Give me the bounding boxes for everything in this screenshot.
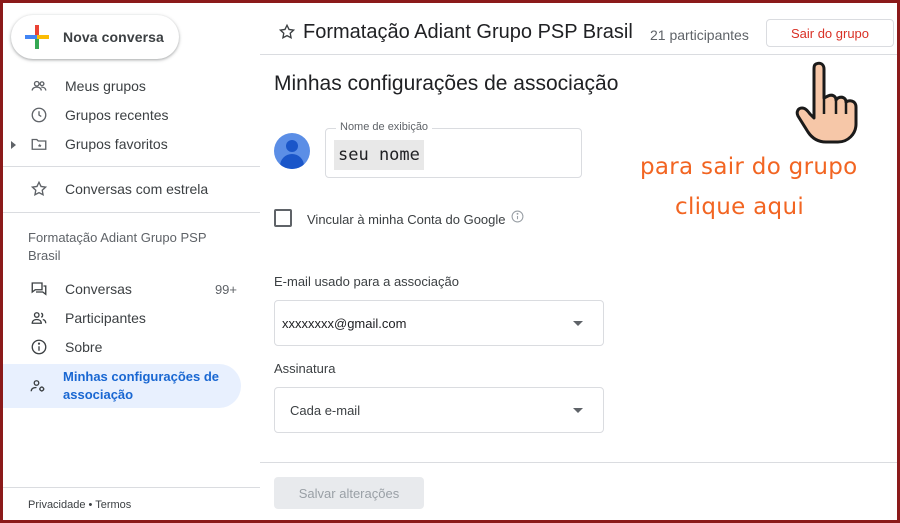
subscription-label: Assinatura: [274, 361, 336, 376]
new-conversation-label: Nova conversa: [63, 29, 164, 45]
star-icon: [29, 179, 49, 199]
save-changes-button[interactable]: Salvar alterações: [274, 477, 424, 509]
email-select[interactable]: xxxxxxxx@gmail.com: [274, 300, 604, 346]
group-header: Formatação Adiant Grupo PSP Brasil 21 pa…: [260, 3, 897, 55]
avatar: [274, 133, 310, 169]
dropdown-arrow-icon: [573, 321, 583, 326]
sidebar: Nova conversa Meus grupos Grupos recente…: [3, 3, 260, 520]
leave-group-button[interactable]: Sair do grupo: [766, 19, 894, 47]
plus-icon: [25, 25, 49, 49]
sidebar-item-favorite-groups[interactable]: Grupos favoritos: [3, 129, 243, 159]
sidebar-item-label: Conversas com estrela: [65, 181, 209, 197]
participants-count[interactable]: 21 participantes: [650, 27, 749, 43]
conversations-count-badge: 99+: [214, 281, 237, 297]
favorite-star-icon[interactable]: [278, 23, 296, 41]
sidebar-item-label: Grupos recentes: [65, 107, 169, 123]
conversations-icon: [29, 279, 49, 299]
sidebar-item-label: Conversas: [65, 281, 132, 297]
dropdown-arrow-icon: [573, 408, 583, 413]
sidebar-group-title: Formatação Adiant Grupo PSP Brasil: [28, 230, 207, 263]
groups-icon: [29, 76, 49, 96]
sidebar-item-my-groups[interactable]: Meus grupos: [3, 71, 243, 101]
new-conversation-button[interactable]: Nova conversa: [11, 15, 179, 59]
sidebar-item-participants[interactable]: Participantes: [3, 303, 243, 333]
subscription-select-value: Cada e-mail: [290, 403, 361, 418]
people-icon: [29, 308, 49, 328]
subscription-select[interactable]: Cada e-mail: [274, 387, 604, 433]
email-select-value: xxxxxxxx@gmail.com: [282, 316, 407, 331]
display-name-field[interactable]: Nome de exibição seu nome: [325, 121, 582, 178]
info-tooltip-icon[interactable]: [511, 210, 524, 223]
display-name-label: Nome de exibição: [336, 121, 433, 133]
sidebar-divider: [3, 212, 260, 213]
email-section-label: E-mail usado para a associação: [274, 274, 459, 289]
page-title: Formatação Adiant Grupo PSP Brasil: [303, 21, 633, 43]
sidebar-divider: [3, 487, 260, 488]
sidebar-item-label: Minhas configurações de associação: [63, 369, 220, 402]
display-name-value[interactable]: seu nome: [334, 140, 424, 170]
link-google-label: Vincular à minha Conta do Google: [307, 212, 506, 227]
pointing-hand-icon: [795, 61, 858, 144]
folder-star-icon: [29, 134, 49, 154]
sidebar-item-membership-settings[interactable]: Minhas configurações de associação: [3, 364, 241, 408]
sidebar-item-recent-groups[interactable]: Grupos recentes: [3, 100, 243, 130]
sidebar-item-label: Sobre: [65, 339, 103, 355]
link-google-checkbox[interactable]: [274, 209, 292, 227]
sidebar-item-conversations[interactable]: Conversas 99+: [3, 274, 243, 304]
sidebar-divider: [3, 166, 260, 167]
sidebar-item-starred[interactable]: Conversas com estrela: [3, 174, 243, 204]
sidebar-item-label: Grupos favoritos: [65, 136, 168, 152]
sidebar-item-label: Meus grupos: [65, 78, 146, 94]
sidebar-item-about[interactable]: Sobre: [3, 332, 243, 362]
annotation-line-1: para sair do grupo: [640, 154, 858, 180]
sidebar-item-label: Participantes: [65, 310, 146, 326]
info-icon: [29, 337, 49, 357]
footer-divider: [260, 462, 897, 463]
person-settings-icon: [29, 376, 47, 396]
annotation-line-2: clique aqui: [675, 194, 805, 220]
clock-icon: [29, 105, 49, 125]
footer-links[interactable]: Privacidade • Termos: [28, 499, 131, 511]
settings-title: Minhas configurações de associação: [274, 72, 619, 95]
